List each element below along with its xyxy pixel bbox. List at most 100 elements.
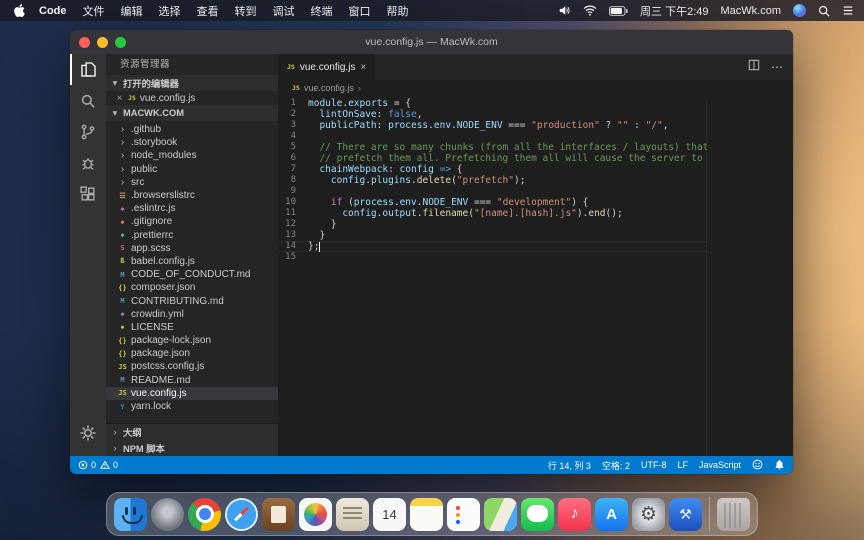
sidebar-section-1[interactable]: ›NPM 脚本 [106,440,278,456]
wifi-icon[interactable] [583,5,597,16]
code-line[interactable]: 1module.exports = { [278,98,707,109]
menu-item-6[interactable]: 终端 [303,3,341,19]
dock-launchpad-icon[interactable] [151,498,184,531]
open-editor-item[interactable]: × JS vue.config.js [106,91,278,105]
zoom-window-button[interactable] [115,37,126,48]
code-line[interactable]: 12 } [278,219,707,230]
code-editor[interactable]: 1module.exports = {2 lintOnSave: false,3… [278,96,793,456]
problems-errors[interactable]: 0 [78,460,96,470]
tree-item[interactable]: MREADME.md [106,374,278,387]
tree-item[interactable]: MCONTRIBUTING.md [106,294,278,307]
dock-books-icon[interactable] [262,498,295,531]
dock-photos-icon[interactable] [299,498,332,531]
tree-item[interactable]: Sapp.scss [106,242,278,255]
spotlight-icon[interactable] [818,5,830,17]
tree-item[interactable]: MCODE_OF_CONDUCT.md [106,268,278,281]
tree-item[interactable]: {}composer.json [106,281,278,294]
menu-item-1[interactable]: 编辑 [113,3,151,19]
sidebar-section-0[interactable]: ›大纲 [106,424,278,440]
tree-item[interactable]: ›src [106,176,278,189]
window-title-bar[interactable]: vue.config.js — MacWk.com [70,30,793,54]
notification-center-icon[interactable] [842,5,854,16]
code-line[interactable]: 14}; [278,241,707,252]
source-control-icon[interactable] [70,116,106,147]
code-line[interactable]: 6 // prefetch them all. Prefetching them… [278,153,707,164]
problems-warnings[interactable]: 0 [100,460,118,470]
status-item-3[interactable]: LF [677,459,688,472]
dock-notes-icon[interactable] [410,498,443,531]
code-line[interactable]: 13 } [278,230,707,241]
status-item-2[interactable]: UTF-8 [641,459,667,472]
siri-icon[interactable] [793,4,806,17]
menu-item-5[interactable]: 调试 [265,3,303,19]
dock-reminders-icon[interactable] [447,498,480,531]
tree-item[interactable]: Yyarn.lock [106,400,278,413]
menu-clock[interactable]: 周三 下午2:49 [640,3,708,19]
tree-item[interactable]: ◆.prettierrc [106,229,278,242]
close-window-button[interactable] [79,37,90,48]
split-editor-icon[interactable] [748,58,760,76]
close-tab-icon[interactable]: × [360,62,366,73]
dock-maps-icon[interactable] [484,498,517,531]
app-menu-title[interactable]: Code [31,5,75,17]
tree-item[interactable]: ◆crowdin.yml [106,308,278,321]
search-icon[interactable] [70,85,106,116]
extensions-icon[interactable] [70,178,106,209]
more-actions-icon[interactable]: ⋯ [771,62,783,72]
menu-item-8[interactable]: 帮助 [379,3,417,19]
dock-finder-icon[interactable] [114,498,147,531]
dock-calendar-icon[interactable]: 14 [373,498,406,531]
tree-item[interactable]: ▪LICENSE [106,321,278,334]
apple-menu-icon[interactable] [14,4,25,17]
battery-icon[interactable] [609,6,628,16]
code-line[interactable]: 9 [278,186,707,197]
tree-item[interactable]: ☰.browserslistrc [106,189,278,202]
explorer-icon[interactable] [70,54,106,85]
tree-item[interactable]: JSpostcss.config.js [106,360,278,373]
tree-item[interactable]: {}package-lock.json [106,334,278,347]
code-line[interactable]: 11 config.output.filename("[name].[hash]… [278,208,707,219]
dock-system-preferences-icon[interactable]: ⚙ [632,498,665,531]
code-line[interactable]: 8 config.plugins.delete("prefetch"); [278,175,707,186]
dock-contacts-icon[interactable] [336,498,369,531]
breadcrumb-item[interactable]: vue.config.js [304,83,354,93]
tree-item[interactable]: JSvue.config.js [106,387,278,400]
breadcrumb[interactable]: JS vue.config.js › [278,80,793,96]
dock-safari-icon[interactable] [225,498,258,531]
tree-item[interactable]: ›.storybook [106,136,278,149]
tree-item[interactable]: ßbabel.config.js [106,255,278,268]
status-item-1[interactable]: 空格: 2 [602,459,630,472]
debug-icon[interactable] [70,147,106,178]
tree-item[interactable]: ◆.gitignore [106,215,278,228]
menu-item-7[interactable]: 窗口 [341,3,379,19]
dock-xcode-icon[interactable]: ⚒ [669,498,702,531]
code-line[interactable]: 2 lintOnSave: false, [278,109,707,120]
tab-vue-config-js[interactable]: JS vue.config.js × [278,54,376,80]
settings-gear-icon[interactable] [70,417,106,448]
status-item-0[interactable]: 行 14, 列 3 [548,459,591,472]
dock-music-icon[interactable]: ♪ [558,498,591,531]
code-line[interactable]: 7 chainWebpack: config => { [278,164,707,175]
menu-item-4[interactable]: 转到 [227,3,265,19]
volume-icon[interactable] [558,5,571,16]
tree-item[interactable]: ◆.eslintrc.js [106,202,278,215]
notifications-bell-icon[interactable] [774,459,785,472]
code-line[interactable]: 15 [278,252,707,263]
menu-item-3[interactable]: 查看 [189,3,227,19]
menu-brand-item[interactable]: MacWk.com [721,5,782,17]
tree-item[interactable]: ›public [106,163,278,176]
dock-app-store-icon[interactable]: A [595,498,628,531]
minimize-window-button[interactable] [97,37,108,48]
feedback-smiley-icon[interactable] [752,459,763,472]
dock-chrome-icon[interactable] [188,498,221,531]
dock-trash-icon[interactable] [717,498,750,531]
project-folder-header[interactable]: ▾ MACWK.COM [106,105,278,121]
menu-item-2[interactable]: 选择 [151,3,189,19]
open-editors-header[interactable]: ▾ 打开的编辑器 [106,75,278,91]
tree-item[interactable]: {}package.json [106,347,278,360]
code-line[interactable]: 4 [278,131,707,142]
minimap[interactable] [707,98,737,456]
dock-messages-icon[interactable] [521,498,554,531]
code-line[interactable]: 10 if (process.env.NODE_ENV === "develop… [278,197,707,208]
tree-item[interactable]: ›.github [106,123,278,136]
